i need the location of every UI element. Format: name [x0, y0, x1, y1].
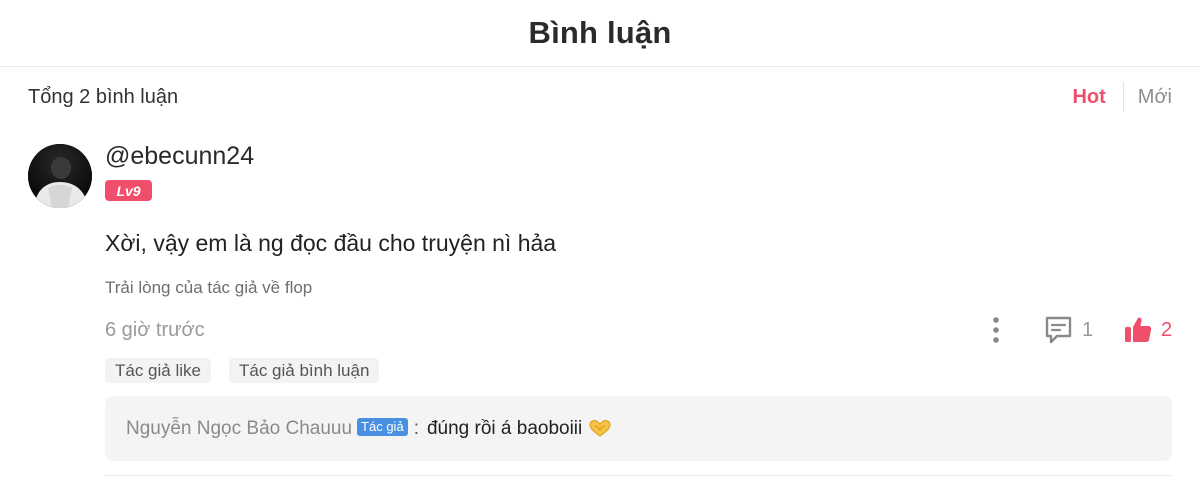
- avatar[interactable]: [28, 144, 92, 208]
- page-title: Bình luận: [528, 15, 672, 50]
- comment-username[interactable]: @ebecunn24: [105, 142, 254, 171]
- sort-tabs: Hot Mới: [1072, 82, 1172, 112]
- comment-timestamp: 6 giờ trước: [105, 319, 205, 341]
- tag-author-commented: Tác giả bình luận: [229, 358, 380, 383]
- author-badge: Tác giả: [357, 417, 408, 436]
- like-count: 2: [1161, 318, 1173, 341]
- level-badge: Lv9: [105, 180, 152, 201]
- heart-hands-emoji: [588, 419, 612, 439]
- more-vertical-icon: [993, 317, 999, 343]
- comment-summary-row: Tổng 2 bình luận Hot Mới: [28, 82, 1172, 112]
- reply-count: 1: [1082, 318, 1094, 341]
- heart-hands-icon: [589, 419, 611, 437]
- comment-text: Xời, vậy em là ng đọc đầu cho truyện nì …: [105, 230, 557, 256]
- reply-author-name[interactable]: Nguyễn Ngọc Bảo Chauuu: [126, 418, 352, 440]
- tab-new[interactable]: Mới: [1138, 86, 1172, 109]
- like-button[interactable]: 2: [1123, 314, 1172, 346]
- tag-author-liked: Tác giả like: [105, 358, 211, 383]
- avatar-image: [28, 144, 92, 208]
- total-comments-label: Tổng 2 bình luận: [28, 85, 179, 108]
- tab-hot[interactable]: Hot: [1072, 86, 1105, 109]
- comment-icon: [1045, 316, 1072, 344]
- more-options-button[interactable]: [986, 316, 1006, 344]
- chapter-reference[interactable]: Trải lòng của tác giả về flop: [105, 278, 312, 298]
- page-header: Bình luận: [0, 0, 1200, 67]
- reply-separator: :: [413, 417, 419, 439]
- thumbs-up-icon: [1125, 317, 1152, 342]
- tab-divider: [1122, 82, 1124, 112]
- reply-button[interactable]: 1: [1044, 314, 1093, 346]
- comment-divider: [105, 475, 1172, 476]
- reply-text: đúng rồi á baoboiii: [426, 417, 583, 439]
- author-reply-preview[interactable]: Nguyễn Ngọc Bảo Chauuu Tác giả : đúng rồ…: [105, 396, 1172, 461]
